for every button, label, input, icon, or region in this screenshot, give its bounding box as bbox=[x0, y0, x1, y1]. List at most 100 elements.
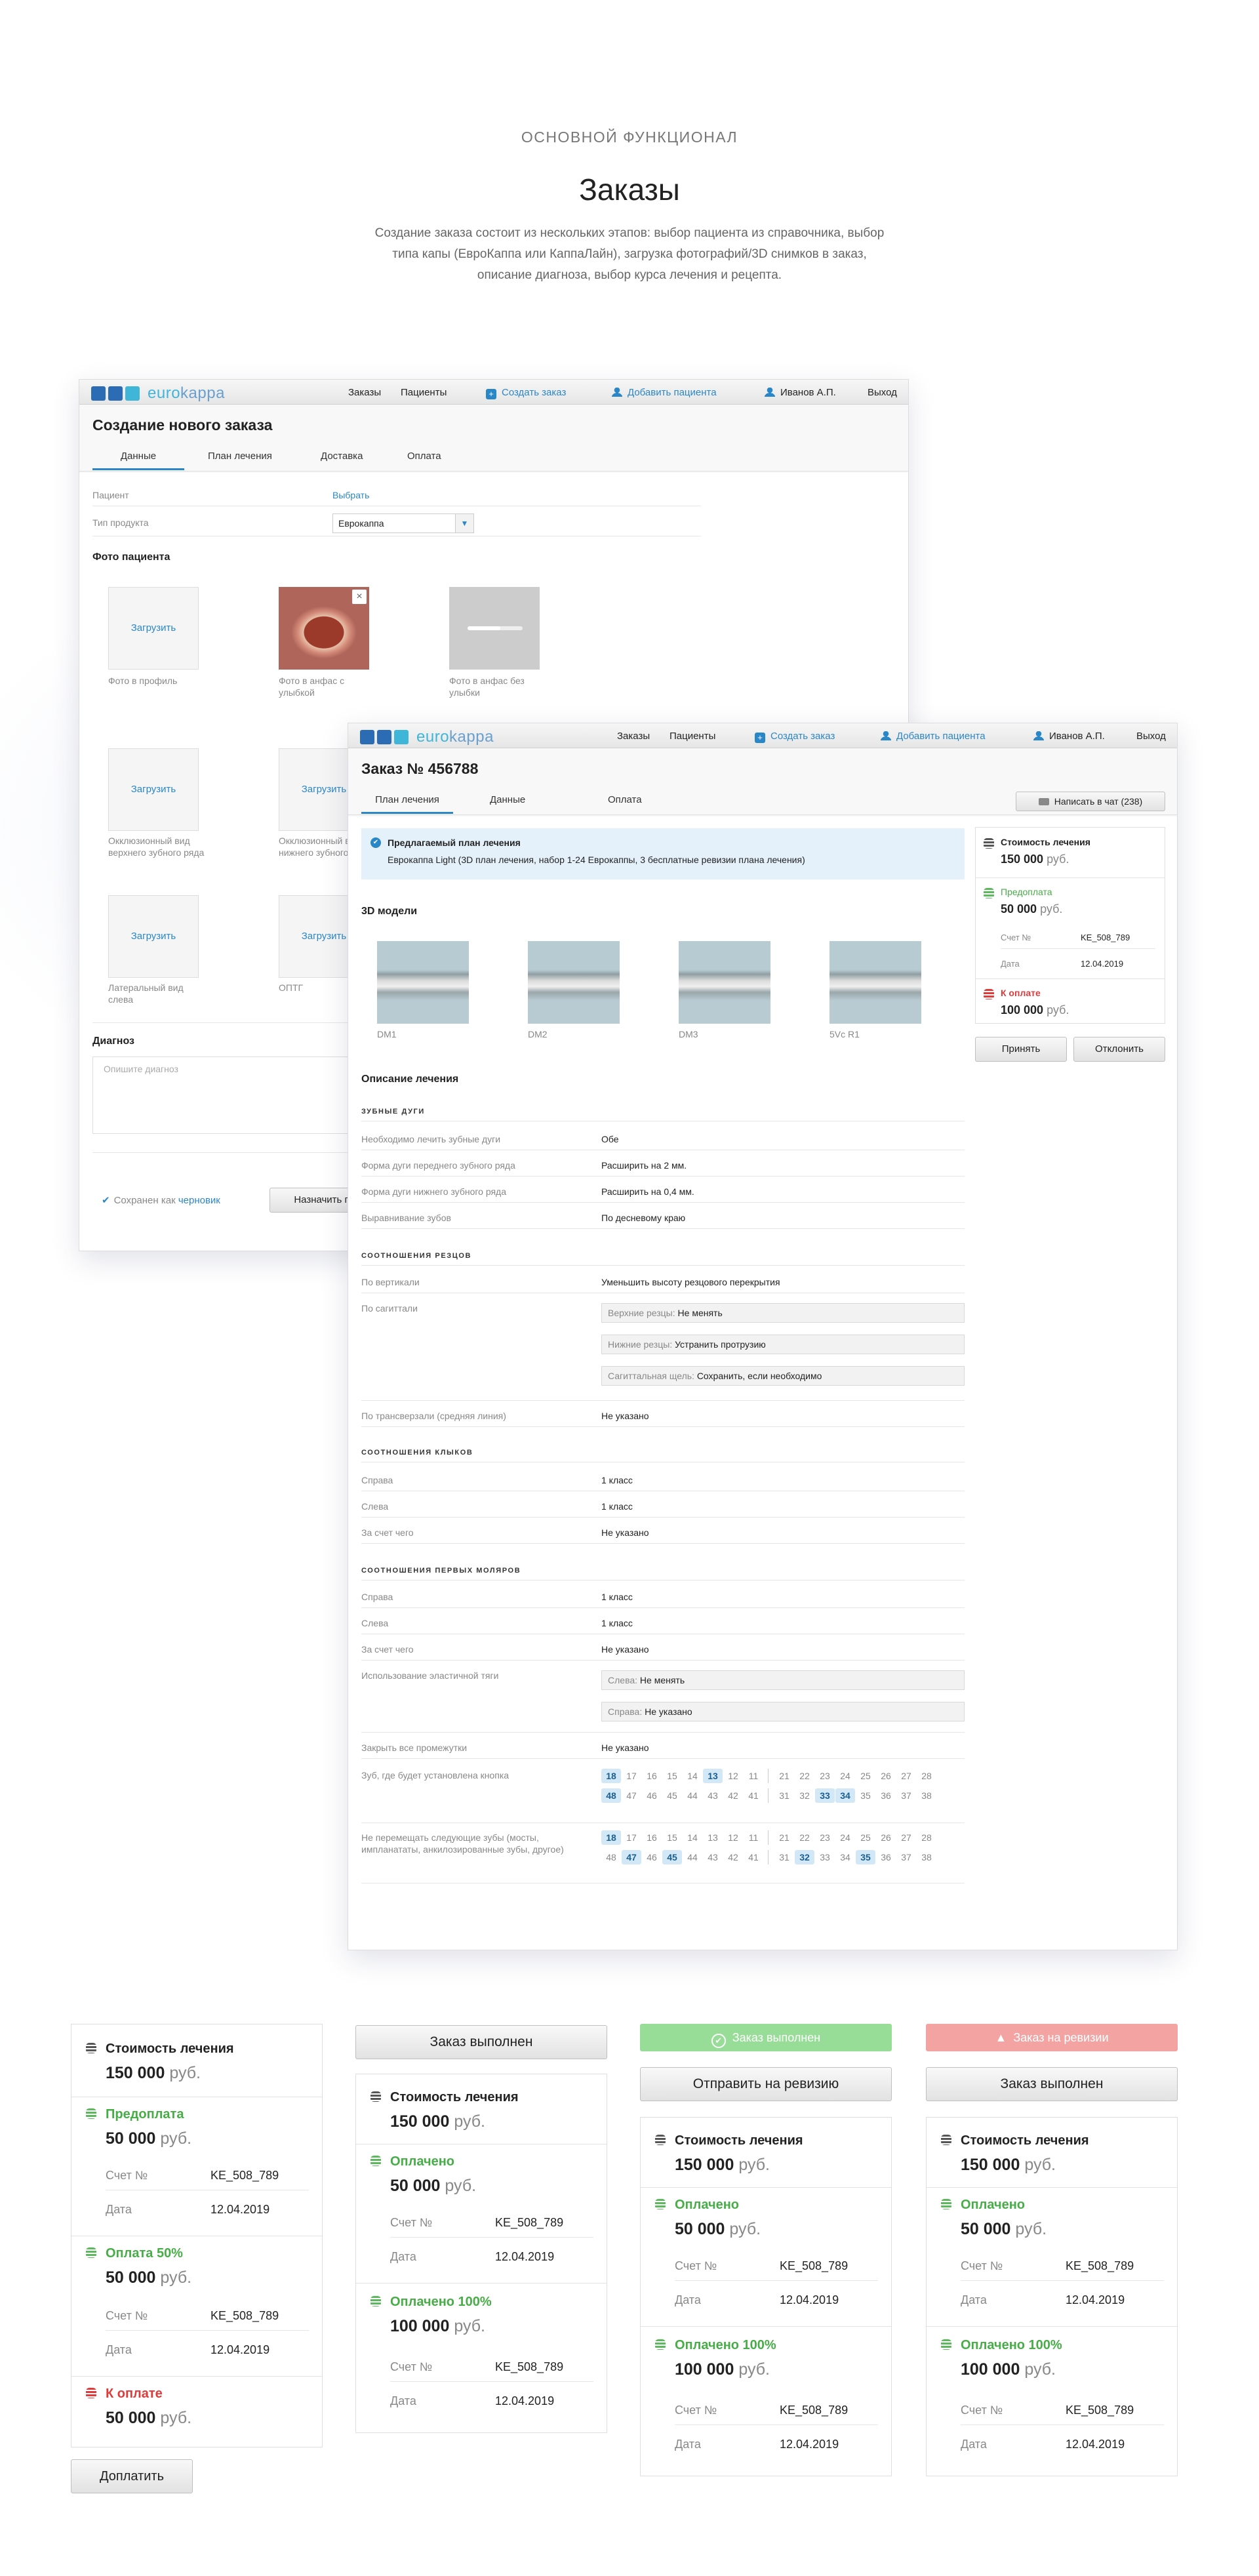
tooth-26[interactable]: 26 bbox=[876, 1769, 896, 1783]
select-patient-link[interactable]: Выбрать bbox=[332, 490, 369, 500]
tab-payment[interactable]: Оплата bbox=[407, 451, 441, 462]
tooth-34[interactable]: 34 bbox=[835, 1850, 855, 1864]
tooth-38[interactable]: 38 bbox=[917, 1788, 936, 1803]
tooth-38[interactable]: 38 bbox=[917, 1850, 936, 1864]
tooth-45[interactable]: 45 bbox=[662, 1788, 682, 1803]
tooth-42[interactable]: 42 bbox=[723, 1788, 743, 1803]
chat-button[interactable]: Написать в чат (238) bbox=[1016, 792, 1165, 811]
model-thumbnail[interactable] bbox=[829, 941, 921, 1024]
tooth-46[interactable]: 46 bbox=[642, 1850, 662, 1864]
tooth-47[interactable]: 47 bbox=[622, 1850, 641, 1864]
nav-logout[interactable]: Выход bbox=[868, 387, 897, 398]
tab-delivery[interactable]: Доставка bbox=[321, 451, 363, 462]
tooth-46[interactable]: 46 bbox=[642, 1788, 662, 1803]
tab-plan[interactable]: План лечения bbox=[361, 794, 453, 814]
tooth-16[interactable]: 16 bbox=[642, 1830, 662, 1845]
tooth-31[interactable]: 31 bbox=[774, 1850, 794, 1864]
tooth-31[interactable]: 31 bbox=[774, 1788, 794, 1803]
tooth-36[interactable]: 36 bbox=[876, 1850, 896, 1864]
model-thumbnail[interactable] bbox=[528, 941, 620, 1024]
tooth-27[interactable]: 27 bbox=[896, 1830, 916, 1845]
accept-button[interactable]: Принять bbox=[975, 1037, 1067, 1062]
tab-plan[interactable]: План лечения bbox=[208, 451, 272, 462]
tooth-12[interactable]: 12 bbox=[723, 1830, 743, 1845]
tooth-24[interactable]: 24 bbox=[835, 1830, 855, 1845]
nav-add-patient[interactable]: Добавить пациента bbox=[881, 731, 986, 742]
upload-profile[interactable]: Загрузить bbox=[108, 587, 199, 670]
close-icon[interactable]: × bbox=[352, 590, 367, 604]
product-select[interactable]: Еврокаппа ▼ bbox=[332, 513, 474, 533]
tooth-33[interactable]: 33 bbox=[815, 1850, 835, 1864]
tooth-28[interactable]: 28 bbox=[917, 1830, 936, 1845]
nav-user[interactable]: Иванов А.П. bbox=[765, 387, 836, 398]
tooth-15[interactable]: 15 bbox=[662, 1830, 682, 1845]
tooth-28[interactable]: 28 bbox=[917, 1769, 936, 1783]
app-logo[interactable]: eurokappa bbox=[360, 728, 494, 746]
tooth-18[interactable]: 18 bbox=[601, 1830, 621, 1845]
tooth-43[interactable]: 43 bbox=[703, 1788, 723, 1803]
tooth-37[interactable]: 37 bbox=[896, 1850, 916, 1864]
app-logo[interactable]: eurokappa bbox=[91, 384, 225, 403]
tooth-25[interactable]: 25 bbox=[856, 1769, 875, 1783]
tooth-43[interactable]: 43 bbox=[703, 1850, 723, 1864]
tooth-11[interactable]: 11 bbox=[744, 1769, 763, 1783]
tooth-13[interactable]: 13 bbox=[703, 1830, 723, 1845]
tooth-21[interactable]: 21 bbox=[774, 1830, 794, 1845]
tooth-44[interactable]: 44 bbox=[683, 1850, 702, 1864]
tooth-11[interactable]: 11 bbox=[744, 1830, 763, 1845]
tooth-17[interactable]: 17 bbox=[622, 1830, 641, 1845]
upload-lateral-left[interactable]: Загрузить bbox=[108, 895, 199, 978]
tooth-44[interactable]: 44 bbox=[683, 1788, 702, 1803]
tooth-24[interactable]: 24 bbox=[835, 1769, 855, 1783]
nav-create-order[interactable]: + Создать заказ bbox=[755, 731, 835, 743]
reject-button[interactable]: Отклонить bbox=[1073, 1037, 1165, 1062]
tab-payment[interactable]: Оплата bbox=[608, 794, 642, 805]
tab-data[interactable]: Данные bbox=[92, 451, 184, 470]
tooth-23[interactable]: 23 bbox=[815, 1769, 835, 1783]
tooth-32[interactable]: 32 bbox=[795, 1788, 814, 1803]
topup-button[interactable]: Доплатить bbox=[71, 2459, 193, 2493]
tooth-35[interactable]: 35 bbox=[856, 1788, 875, 1803]
tooth-32[interactable]: 32 bbox=[795, 1850, 814, 1864]
nav-patients[interactable]: Пациенты bbox=[669, 731, 715, 742]
tooth-41[interactable]: 41 bbox=[744, 1788, 763, 1803]
order-done-button[interactable]: Заказ выполнен bbox=[355, 2025, 607, 2059]
send-revision-button[interactable]: Отправить на ревизию bbox=[640, 2067, 892, 2101]
tooth-18[interactable]: 18 bbox=[601, 1769, 621, 1783]
tooth-12[interactable]: 12 bbox=[723, 1769, 743, 1783]
nav-add-patient[interactable]: Добавить пациента bbox=[612, 387, 717, 398]
photo-smile-thumbnail[interactable]: × bbox=[279, 587, 369, 670]
nav-orders[interactable]: Заказы bbox=[617, 731, 650, 742]
tooth-15[interactable]: 15 bbox=[662, 1769, 682, 1783]
tooth-48[interactable]: 48 bbox=[601, 1788, 621, 1803]
tooth-13[interactable]: 13 bbox=[703, 1769, 723, 1783]
tooth-16[interactable]: 16 bbox=[642, 1769, 662, 1783]
tooth-22[interactable]: 22 bbox=[795, 1769, 814, 1783]
tooth-45[interactable]: 45 bbox=[662, 1850, 682, 1864]
tooth-22[interactable]: 22 bbox=[795, 1830, 814, 1845]
nav-user[interactable]: Иванов А.П. bbox=[1033, 731, 1105, 742]
tooth-26[interactable]: 26 bbox=[876, 1830, 896, 1845]
model-thumbnail[interactable] bbox=[679, 941, 770, 1024]
tooth-27[interactable]: 27 bbox=[896, 1769, 916, 1783]
tooth-41[interactable]: 41 bbox=[744, 1850, 763, 1864]
tooth-23[interactable]: 23 bbox=[815, 1830, 835, 1845]
model-thumbnail[interactable] bbox=[377, 941, 469, 1024]
tooth-36[interactable]: 36 bbox=[876, 1788, 896, 1803]
tooth-47[interactable]: 47 bbox=[622, 1788, 641, 1803]
tooth-17[interactable]: 17 bbox=[622, 1769, 641, 1783]
nav-orders[interactable]: Заказы bbox=[348, 387, 381, 398]
tooth-25[interactable]: 25 bbox=[856, 1830, 875, 1845]
tooth-33[interactable]: 33 bbox=[815, 1788, 835, 1803]
tooth-42[interactable]: 42 bbox=[723, 1850, 743, 1864]
tooth-34[interactable]: 34 bbox=[835, 1788, 855, 1803]
nav-patients[interactable]: Пациенты bbox=[401, 387, 447, 398]
order-done-button[interactable]: Заказ выполнен bbox=[926, 2067, 1178, 2101]
tooth-21[interactable]: 21 bbox=[774, 1769, 794, 1783]
nav-logout[interactable]: Выход bbox=[1136, 731, 1166, 742]
tab-data[interactable]: Данные bbox=[490, 794, 525, 805]
tooth-35[interactable]: 35 bbox=[856, 1850, 875, 1864]
tooth-14[interactable]: 14 bbox=[683, 1769, 702, 1783]
nav-create-order[interactable]: + Создать заказ bbox=[486, 387, 566, 399]
tooth-48[interactable]: 48 bbox=[601, 1850, 621, 1864]
